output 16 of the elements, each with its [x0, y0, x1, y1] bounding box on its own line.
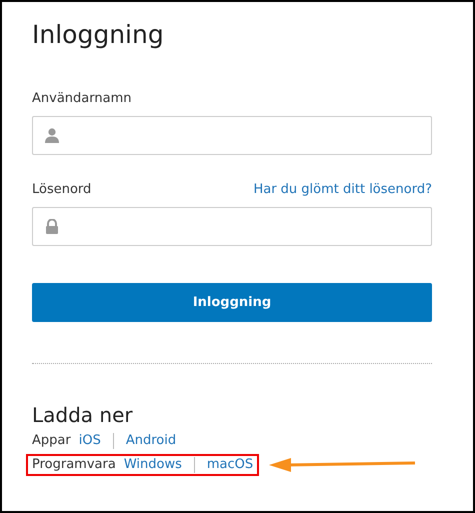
section-heading: Ladda ner	[32, 402, 134, 428]
lock-icon	[45, 219, 59, 234]
forgot-password-link[interactable]: Har du glömt ditt lösenord?	[253, 182, 432, 197]
login-button[interactable]: Inloggning	[32, 283, 432, 322]
password-field[interactable]	[32, 207, 432, 246]
download-link[interactable]: Android	[126, 432, 176, 450]
field-label: Lösenord	[32, 181, 92, 199]
user-icon	[45, 128, 59, 143]
download-label: Appar	[32, 432, 71, 450]
download-link[interactable]: iOS	[78, 432, 101, 450]
download-link[interactable]: macOS	[206, 456, 254, 474]
field-label: Användarnamn	[32, 90, 132, 108]
download-link[interactable]: Windows	[124, 456, 182, 474]
page-title: Inloggning	[32, 19, 165, 51]
download-label: Programvara	[32, 456, 116, 474]
username-field[interactable]	[32, 116, 432, 155]
